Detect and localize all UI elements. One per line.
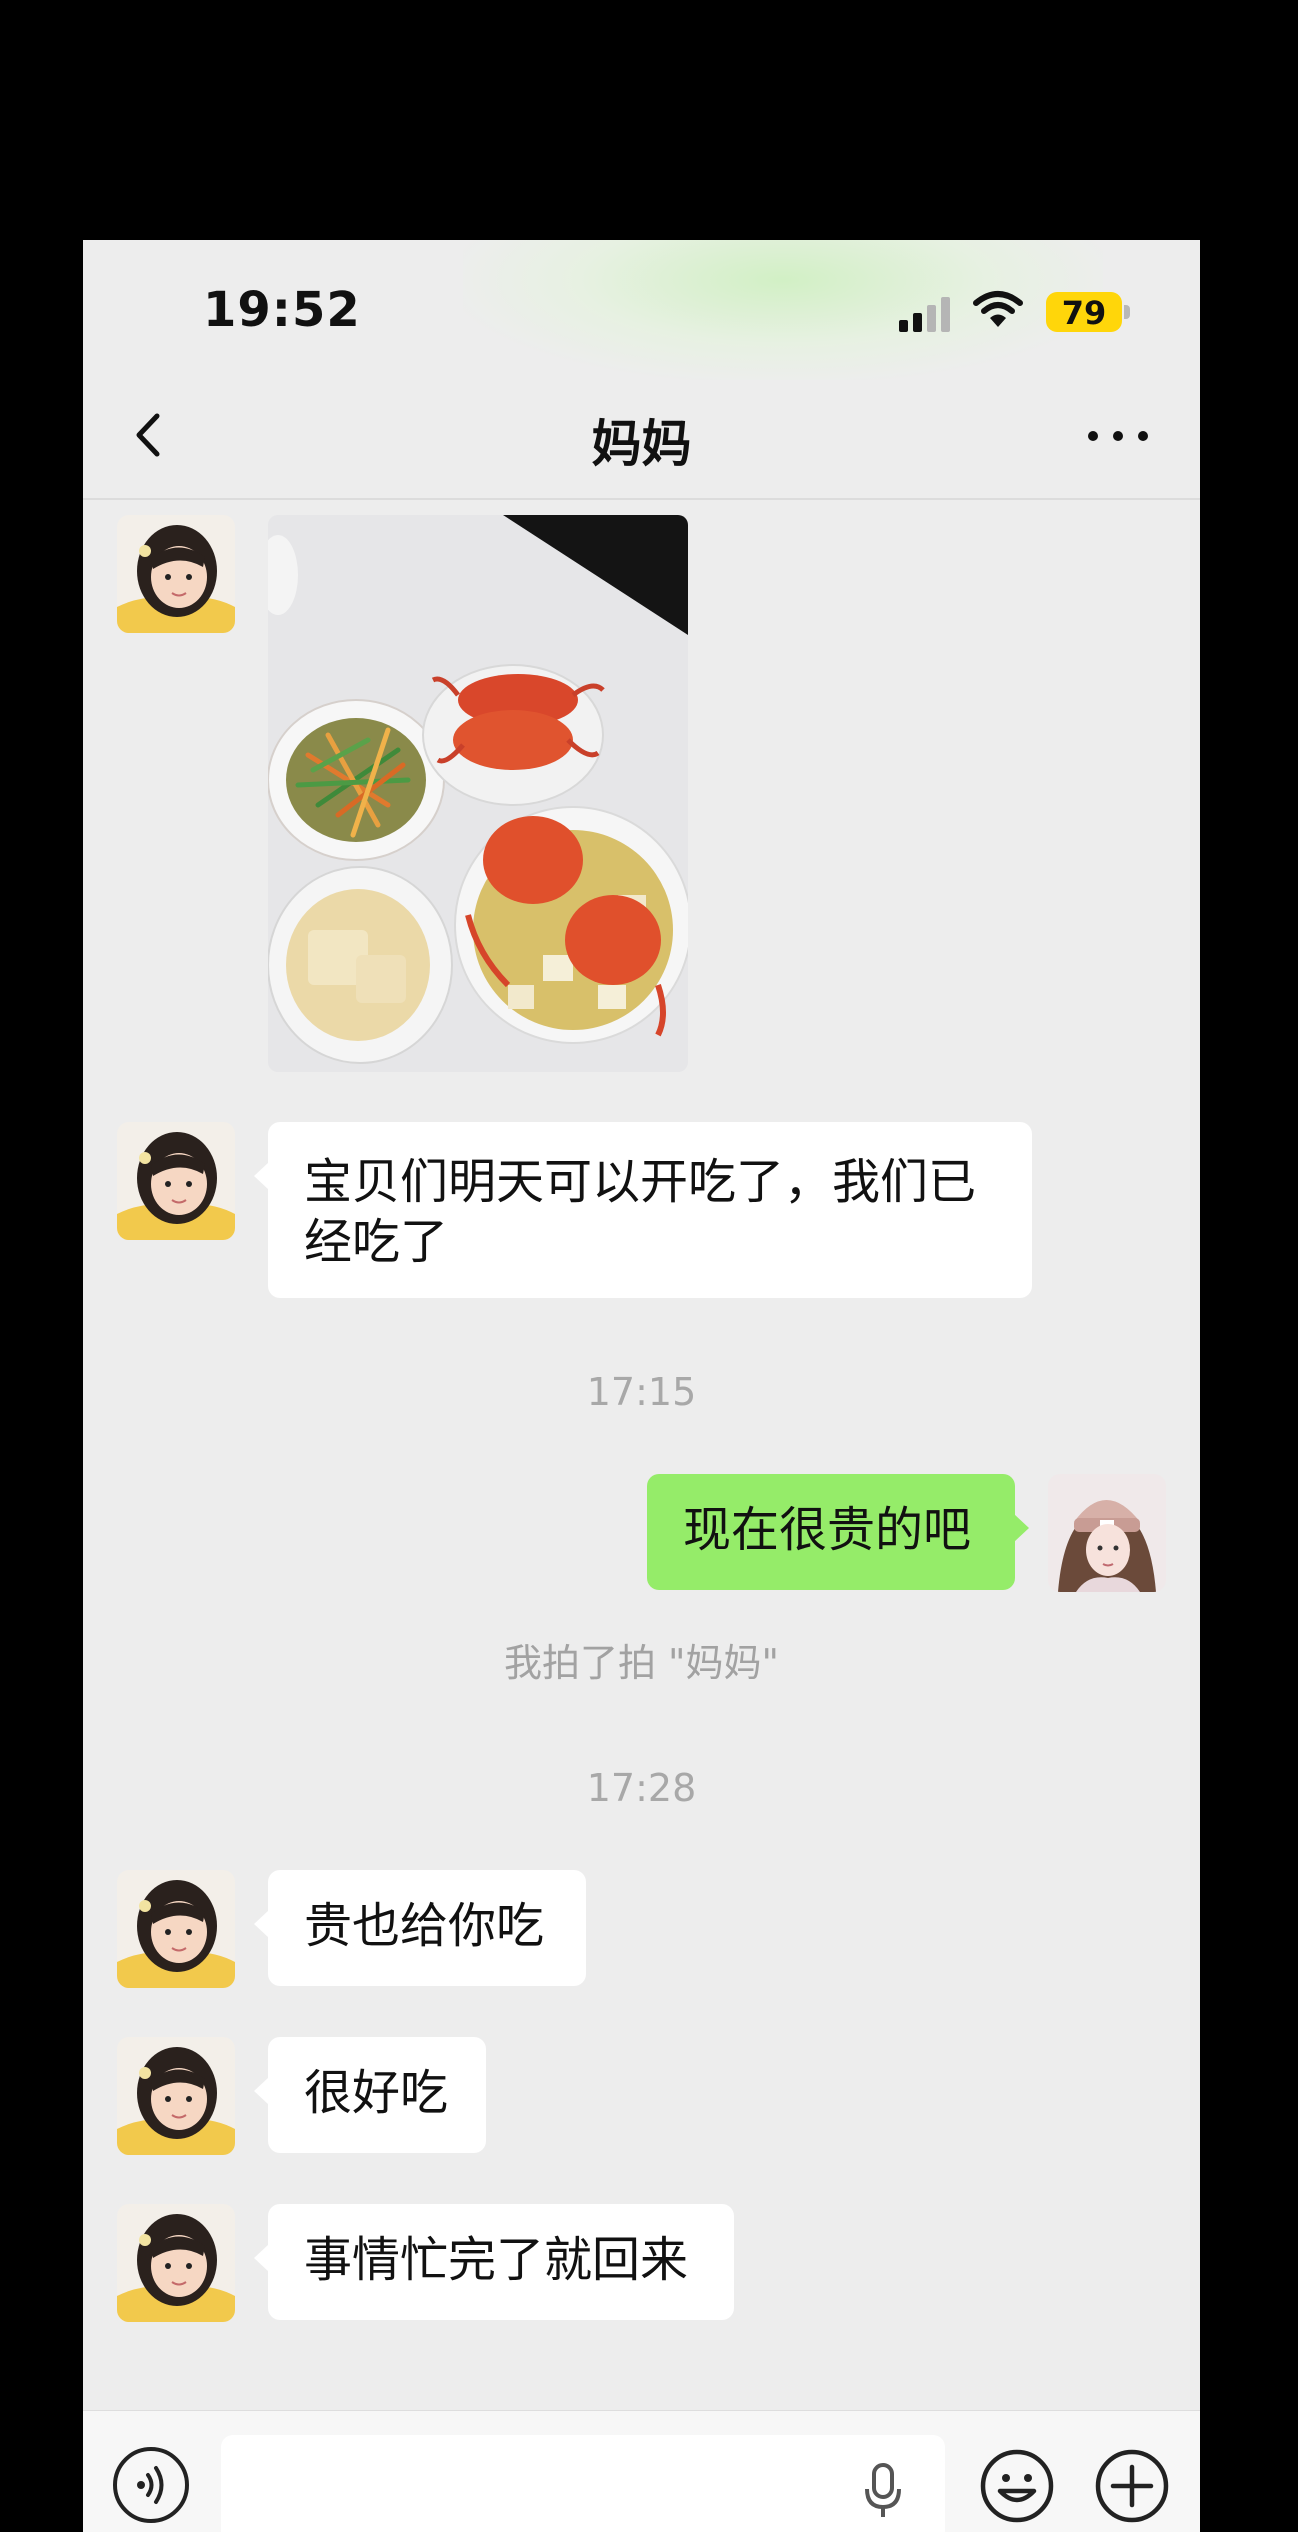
timestamp: 17:15 [586,1370,697,1414]
phone-screen: 19:52 79 妈妈 宝贝们明天可以开吃了，我们已经吃了 17:15 现在很贵… [83,240,1200,2532]
timestamp: 17:28 [586,1766,697,1810]
my-avatar[interactable] [1048,1474,1166,1592]
message-bubble-incoming[interactable]: 很好吃 [254,2037,486,2153]
input-bar [83,2410,1200,2532]
more-dot [1138,431,1148,441]
more-dot [1113,431,1123,441]
message-text: 事情忙完了就回来 [304,2232,689,2288]
more-options-button[interactable] [1083,410,1153,460]
message-text: 很好吃 [304,2065,449,2121]
message-text: 宝贝们明天可以开吃了，我们已经吃了 [304,1154,977,1270]
signal-icon [899,296,951,332]
voice-button[interactable] [113,2447,189,2523]
mom-avatar[interactable] [117,2037,235,2155]
message-text: 现在很贵的吧 [683,1502,972,1558]
wifi-icon [973,291,1023,327]
voice-icon [137,2466,164,2504]
pat-notice[interactable]: 我拍了拍 "妈妈" [83,1632,1200,1687]
mom-avatar[interactable] [117,1870,235,1988]
message-bubble-outgoing[interactable]: 现在很贵的吧 [647,1474,1029,1590]
signal-bar [899,320,908,332]
battery-percent: 79 [1061,294,1107,332]
more-dot [1088,431,1098,441]
chat-title: 妈妈 [591,415,692,473]
battery-tip [1124,305,1130,319]
message-text: 贵也给你吃 [304,1898,545,1954]
food-photo[interactable] [268,515,688,1072]
plus-icon[interactable] [1093,2447,1171,2525]
mom-avatar[interactable] [117,2204,235,2322]
message-bubble-incoming[interactable]: 事情忙完了就回来 [254,2204,734,2320]
message-bubble-incoming[interactable]: 贵也给你吃 [254,1870,586,1986]
battery-icon: 79 [1046,292,1132,332]
mic-icon[interactable] [861,2461,905,2521]
status-time: 19:52 [203,282,361,338]
message-input[interactable] [221,2435,945,2532]
signal-bar [913,313,922,332]
emoji-icon[interactable] [978,2447,1056,2525]
mom-avatar[interactable] [117,515,235,633]
mom-avatar[interactable] [117,1122,235,1240]
message-bubble-incoming[interactable]: 宝贝们明天可以开吃了，我们已经吃了 [254,1122,1032,1298]
nav-divider [83,498,1200,500]
signal-bar [927,305,936,332]
signal-bar [941,297,950,332]
